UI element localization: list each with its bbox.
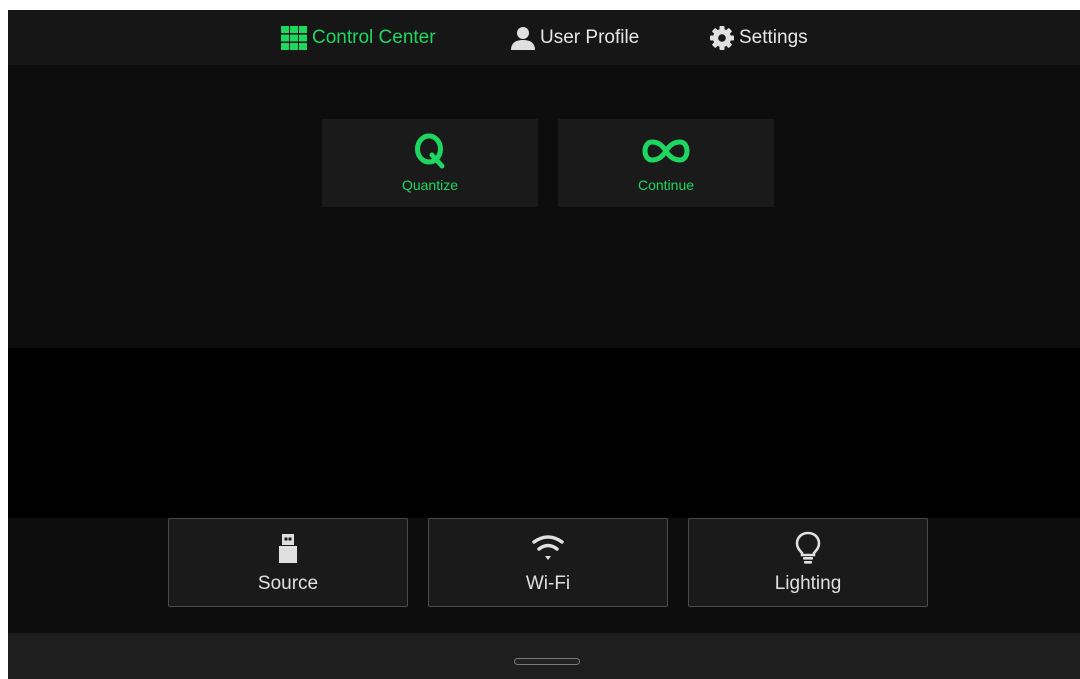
bottom-bar [8,633,1080,679]
wifi-label: Wi-Fi [525,573,571,594]
tab-settings[interactable]: Settings [709,10,808,65]
tab-user-profile[interactable]: User Profile [510,10,639,65]
wifi-icon [429,531,667,565]
quick-settings: Source Wi-Fi Lighting [8,518,1080,633]
tab-label: Settings [739,26,808,48]
content-area [8,348,1080,518]
top-navigation: Control Center User Profile Settings [8,10,1080,65]
continue-button[interactable]: Continue [558,119,774,207]
wifi-button[interactable]: Wi-Fi [428,518,668,607]
lighting-label: Lighting [774,573,842,594]
letter-q-icon [322,133,538,169]
tab-label: Control Center [312,26,436,48]
lighting-button[interactable]: Lighting [688,518,928,607]
home-indicator-handle[interactable] [514,658,580,665]
lightbulb-icon [689,531,927,565]
continue-label: Continue [637,177,695,193]
quantize-label: Quantize [401,177,459,193]
tab-label: User Profile [540,26,640,48]
source-button[interactable]: Source [168,518,408,607]
control-center-screen: Control Center User Profile Settings Qua… [8,10,1080,679]
source-label: Source [257,573,319,594]
grid-icon [280,25,312,51]
action-panel: Quantize Continue [8,65,1080,348]
user-icon [510,25,540,51]
tab-control-center[interactable]: Control Center [280,10,436,65]
infinity-icon [558,133,774,169]
usb-icon [169,531,407,565]
gear-icon [709,25,739,51]
quantize-button[interactable]: Quantize [322,119,538,207]
